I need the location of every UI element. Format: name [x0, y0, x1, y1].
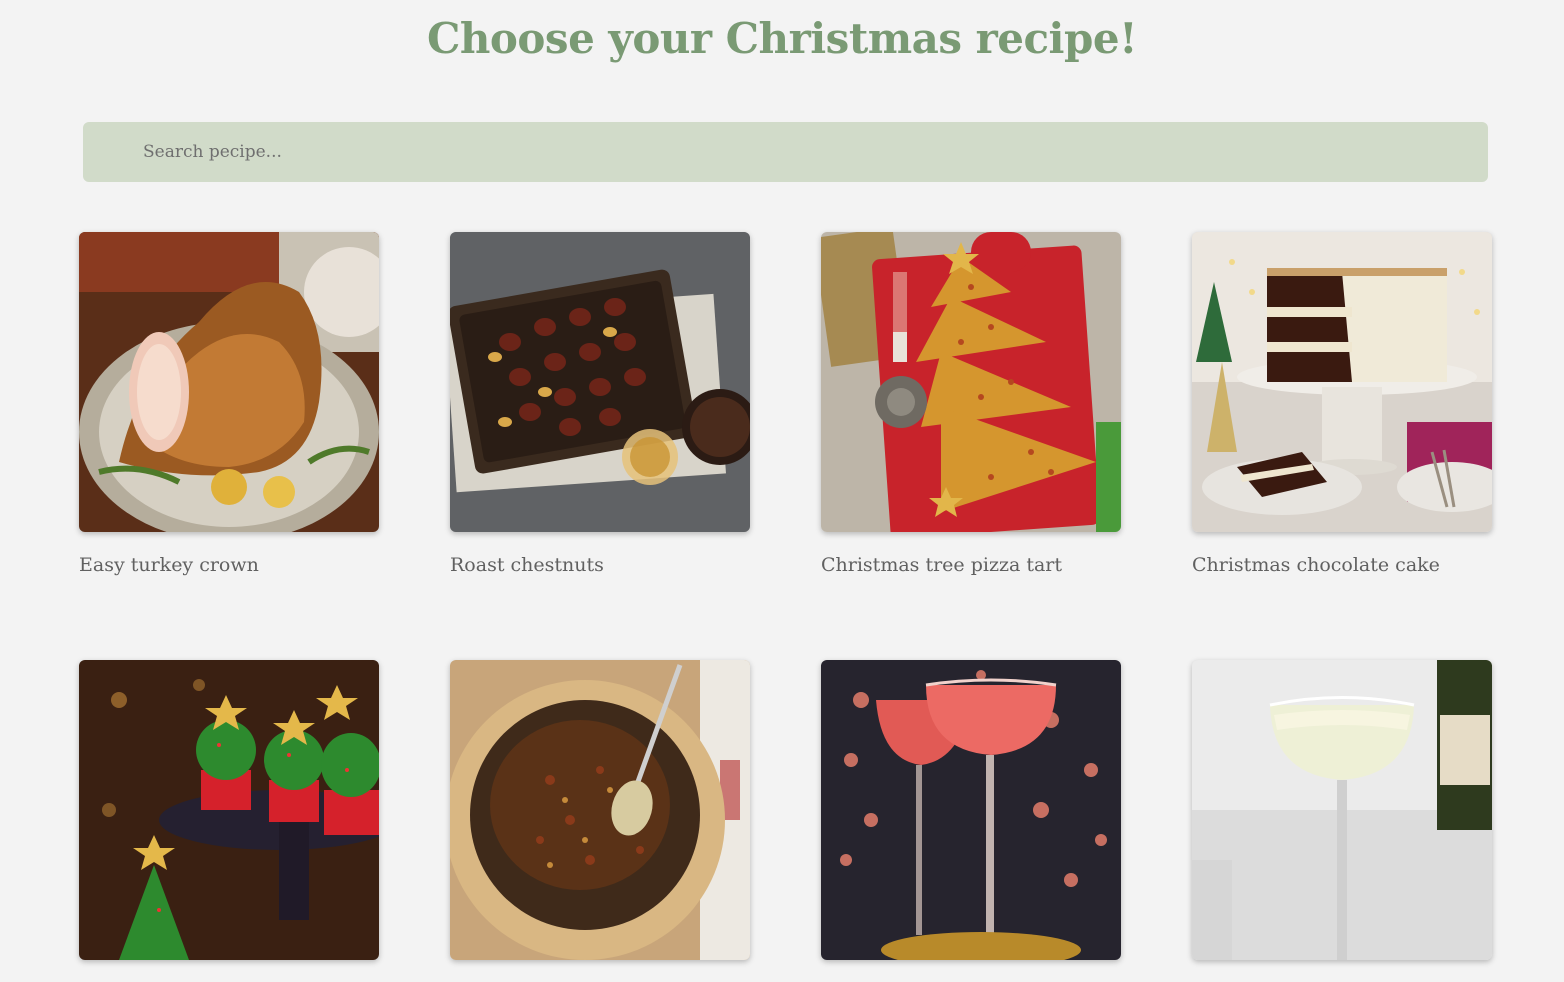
- turkey-image: [79, 232, 379, 532]
- cocktails-image: [821, 660, 1121, 960]
- recipe-card-chestnuts[interactable]: Roast chestnuts: [450, 232, 750, 576]
- recipe-card-pizza-tart[interactable]: Christmas tree pizza tart: [821, 232, 1121, 576]
- recipe-image-chestnuts[interactable]: [450, 232, 750, 532]
- recipe-card-cocktails[interactable]: [821, 660, 1121, 982]
- recipe-title[interactable]: Christmas tree pizza tart: [821, 554, 1121, 576]
- recipe-card-champagne[interactable]: [1192, 660, 1492, 982]
- recipe-card-pudding[interactable]: [450, 660, 750, 982]
- recipe-title[interactable]: Christmas chocolate cake: [1192, 554, 1492, 576]
- recipe-image-cocktails[interactable]: [821, 660, 1121, 960]
- recipe-image-cupcakes[interactable]: [79, 660, 379, 960]
- recipe-card-chocolate-cake[interactable]: Christmas chocolate cake: [1192, 232, 1492, 576]
- recipe-grid: Easy turkey crown Roast chestnuts Christ…: [79, 232, 1492, 982]
- page-title: Choose your Christmas recipe!: [426, 14, 1138, 63]
- recipe-image-chocolate-cake[interactable]: [1192, 232, 1492, 532]
- chestnuts-image: [450, 232, 750, 532]
- recipe-image-pizza-tart[interactable]: [821, 232, 1121, 532]
- recipe-card-cupcakes[interactable]: [79, 660, 379, 982]
- recipe-title[interactable]: Roast chestnuts: [450, 554, 750, 576]
- pudding-image: [450, 660, 750, 960]
- search-input[interactable]: [83, 122, 1488, 182]
- champagne-image: [1192, 660, 1492, 960]
- chocolate-cake-image: [1192, 232, 1492, 532]
- recipe-image-turkey[interactable]: [79, 232, 379, 532]
- recipe-card-turkey[interactable]: Easy turkey crown: [79, 232, 379, 576]
- cupcakes-image: [79, 660, 379, 960]
- recipe-image-pudding[interactable]: [450, 660, 750, 960]
- recipe-image-champagne[interactable]: [1192, 660, 1492, 960]
- pizza-tart-image: [821, 232, 1121, 532]
- recipe-title[interactable]: Easy turkey crown: [79, 554, 379, 576]
